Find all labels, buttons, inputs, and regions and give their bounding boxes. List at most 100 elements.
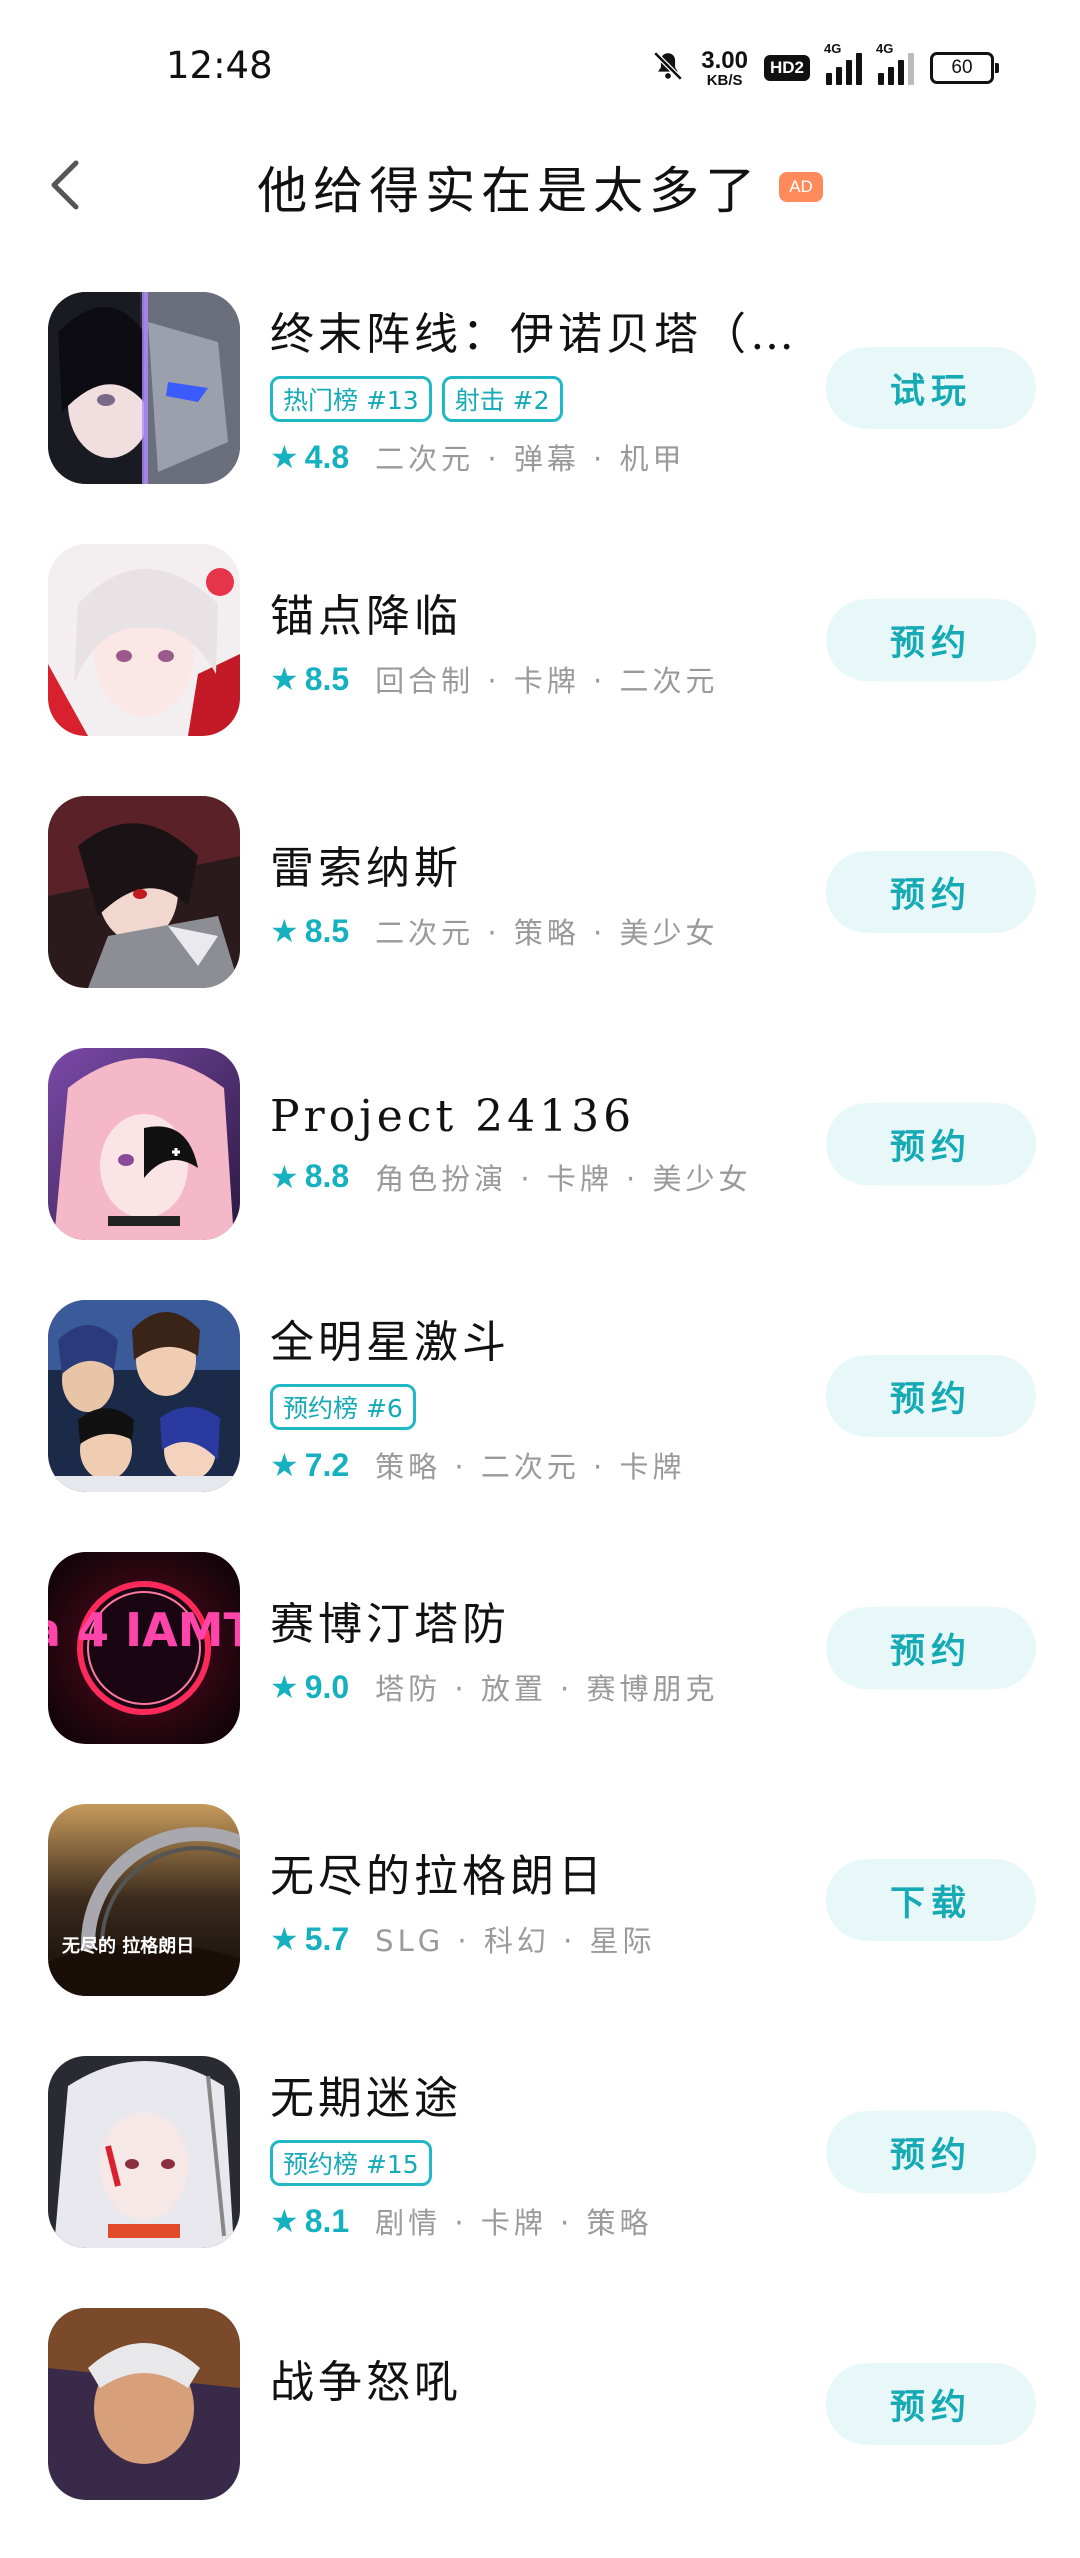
game-tags: 策略 · 二次元 · 卡牌 (375, 1450, 686, 1484)
star-icon: ★ (270, 1668, 299, 1706)
game-tags: 回合制 · 卡牌 · 二次元 (375, 664, 719, 698)
game-icon-silver-hair-character (48, 2056, 240, 2248)
game-tags: 塔防 · 放置 · 赛博朋克 (375, 1672, 719, 1706)
download-button[interactable]: 下载 (826, 1859, 1036, 1941)
game-info: 锚点降临 ★ 8.5 回合制 · 卡牌 · 二次元 (270, 542, 800, 738)
game-list-item[interactable]: 战争怒吼 预约 (0, 2306, 1080, 2558)
battery-icon: 60 (930, 52, 999, 84)
reserve-button[interactable]: 预约 (826, 851, 1036, 933)
game-icon-dark-hair-character (48, 796, 240, 988)
game-info: 终末阵线：伊诺贝塔（… 热门榜 #13 射击 #2 ★ 4.8 二次元 · 弹幕… (270, 290, 800, 486)
mute-bell-icon (651, 49, 685, 87)
game-meta: ★ 5.7 SLG · 科幻 · 星际 (270, 1918, 800, 1960)
page-title: 他给得实在是太多了 (257, 162, 762, 220)
signal-icon-1: 4G (824, 41, 862, 85)
logo-letters: Ba 4 IAMTD (48, 1603, 240, 1657)
reserve-button[interactable]: 预约 (826, 599, 1036, 681)
reserve-button[interactable]: 预约 (826, 1355, 1036, 1437)
game-tags: SLG · 科幻 · 星际 (375, 1924, 656, 1958)
icon-title-text: 无尽的 拉格朗日 (62, 1935, 194, 1957)
signal-1-label: 4G (824, 41, 842, 56)
star-icon: ★ (270, 660, 299, 698)
game-icon-cyber-neon-logo: Ba 4 IAMTD (48, 1552, 240, 1744)
game-list-item[interactable]: 无期迷途 预约榜 #15 ★ 8.1 剧情 · 卡牌 · 策略 预约 (0, 2054, 1080, 2306)
game-meta: ★ 8.1 剧情 · 卡牌 · 策略 (270, 2200, 800, 2242)
game-info: 无期迷途 预约榜 #15 ★ 8.1 剧情 · 卡牌 · 策略 (270, 2054, 800, 2250)
header: 他给得实在是太多了 AD (0, 135, 1080, 235)
game-name: 锚点降临 (270, 591, 462, 642)
game-name: 无尽的拉格朗日 (270, 1851, 606, 1902)
game-rating: 8.5 (304, 912, 350, 949)
trial-button[interactable]: 试玩 (826, 347, 1036, 429)
ad-badge: AD (779, 172, 823, 202)
reserve-button[interactable]: 预约 (826, 1607, 1036, 1689)
game-rating: 8.5 (304, 660, 350, 697)
reserve-button[interactable]: 预约 (826, 2111, 1036, 2193)
game-name: 战争怒吼 (270, 2357, 462, 2408)
battery-level: 60 (951, 57, 973, 78)
rank-badge[interactable]: 预约榜 #6 (270, 1384, 416, 1430)
game-icon-fighters-group (48, 1300, 240, 1492)
game-meta: ★ 9.0 塔防 · 放置 · 赛博朋克 (270, 1666, 800, 1708)
status-bar: 12:48 3.00 KB/S HD2 4G 4G 60 (0, 0, 1080, 135)
rank-badge[interactable]: 射击 #2 (441, 376, 563, 422)
game-badges: 热门榜 #13 射击 #2 (270, 376, 800, 422)
game-list-item[interactable]: Ba 4 IAMTD 赛博汀塔防 ★ 9.0 塔防 · 放置 · 赛博朋克 预约 (0, 1550, 1080, 1802)
game-rating: 8.1 (304, 2202, 350, 2239)
rank-badge[interactable]: 热门榜 #13 (270, 376, 432, 422)
game-list-item[interactable]: Project 24136 ★ 8.8 角色扮演 · 卡牌 · 美少女 预约 (0, 1046, 1080, 1298)
signal-2-label: 4G (876, 41, 894, 56)
star-icon: ★ (270, 438, 299, 476)
star-icon: ★ (270, 1920, 299, 1958)
game-info: 战争怒吼 (270, 2306, 800, 2502)
game-meta: ★ 4.8 二次元 · 弹幕 · 机甲 (270, 436, 800, 478)
net-speed-value: 3.00 (701, 46, 748, 74)
game-icon-pink-hair-girl (48, 1048, 240, 1240)
game-list-item[interactable]: 无尽的 拉格朗日 无尽的拉格朗日 ★ 5.7 SLG · 科幻 · 星际 下载 (0, 1802, 1080, 2054)
game-icon-white-hair-girl (48, 544, 240, 736)
game-name: 赛博汀塔防 (270, 1599, 510, 1650)
hd-badge: HD2 (763, 55, 810, 81)
game-info: 全明星激斗 预约榜 #6 ★ 7.2 策略 · 二次元 · 卡牌 (270, 1298, 800, 1494)
game-info: 雷索纳斯 ★ 8.5 二次元 · 策略 · 美少女 (270, 794, 800, 990)
game-list: 终末阵线：伊诺贝塔（… 热门榜 #13 射击 #2 ★ 4.8 二次元 · 弹幕… (0, 290, 1080, 2558)
game-meta: ★ 8.5 二次元 · 策略 · 美少女 (270, 910, 800, 952)
reserve-button[interactable]: 预约 (826, 1103, 1036, 1185)
game-name: 全明星激斗 (270, 1317, 510, 1368)
game-name: 终末阵线：伊诺贝塔（… (270, 309, 798, 360)
game-rating: 9.0 (304, 1668, 350, 1705)
game-badges: 预约榜 #15 (270, 2140, 800, 2186)
header-title-wrap: 他给得实在是太多了 AD (0, 151, 1080, 223)
game-name: 无期迷途 (270, 2073, 462, 2124)
game-icon-mecha-girl (48, 292, 240, 484)
rank-badge[interactable]: 预约榜 #15 (270, 2140, 432, 2186)
game-list-item[interactable]: 雷索纳斯 ★ 8.5 二次元 · 策略 · 美少女 预约 (0, 794, 1080, 1046)
star-icon: ★ (270, 1157, 299, 1196)
signal-icon-2: 4G (876, 41, 914, 85)
game-list-item[interactable]: 终末阵线：伊诺贝塔（… 热门榜 #13 射击 #2 ★ 4.8 二次元 · 弹幕… (0, 290, 1080, 542)
status-time: 12:48 (166, 44, 273, 87)
star-icon: ★ (270, 1446, 299, 1484)
game-info: 无尽的拉格朗日 ★ 5.7 SLG · 科幻 · 星际 (270, 1802, 800, 1998)
game-rating: 4.8 (304, 438, 350, 475)
game-meta: ★ 8.5 回合制 · 卡牌 · 二次元 (270, 658, 800, 700)
game-list-item[interactable]: 锚点降临 ★ 8.5 回合制 · 卡牌 · 二次元 预约 (0, 542, 1080, 794)
star-icon: ★ (270, 912, 299, 950)
game-rating: 8.8 (304, 1158, 350, 1194)
game-list-item[interactable]: 全明星激斗 预约榜 #6 ★ 7.2 策略 · 二次元 · 卡牌 预约 (0, 1298, 1080, 1550)
game-info: Project 24136 ★ 8.8 角色扮演 · 卡牌 · 美少女 (270, 1046, 800, 1242)
game-icon-space-ring: 无尽的 拉格朗日 (48, 1804, 240, 1996)
game-rating: 5.7 (304, 1920, 350, 1957)
game-name: Project 24136 (270, 1090, 636, 1142)
game-tags: 角色扮演 · 卡牌 · 美少女 (375, 1161, 752, 1196)
reserve-button[interactable]: 预约 (826, 2363, 1036, 2445)
network-speed: 3.00 KB/S (701, 46, 748, 89)
net-speed-unit: KB/S (706, 71, 743, 89)
game-name: 雷索纳斯 (270, 843, 462, 894)
game-info: 赛博汀塔防 ★ 9.0 塔防 · 放置 · 赛博朋克 (270, 1550, 800, 1746)
game-meta: ★ 8.8 角色扮演 · 卡牌 · 美少女 (270, 1156, 800, 1198)
game-meta: ★ 7.2 策略 · 二次元 · 卡牌 (270, 1444, 800, 1486)
game-tags: 二次元 · 弹幕 · 机甲 (375, 442, 686, 476)
game-icon-warrior (48, 2308, 240, 2500)
game-badges: 预约榜 #6 (270, 1384, 800, 1430)
